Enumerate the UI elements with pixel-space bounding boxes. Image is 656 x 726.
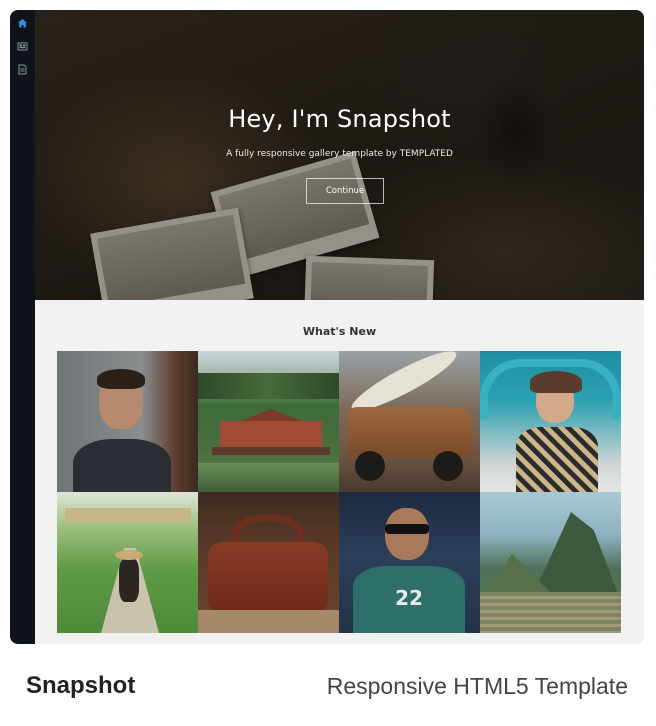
gallery-icon[interactable]: [17, 41, 28, 52]
template-subtitle: Responsive HTML5 Template: [326, 673, 628, 699]
hero-title: Hey, I'm Snapshot: [228, 105, 451, 133]
gallery-thumb-path-walk[interactable]: [57, 492, 198, 633]
gallery-grid: 22: [57, 351, 621, 633]
gallery-thumb-sunglasses[interactable]: 22: [339, 492, 480, 633]
home-icon[interactable]: [17, 18, 28, 29]
gallery-thumb-mountain[interactable]: [480, 492, 621, 633]
gallery-thumb-truck[interactable]: [339, 351, 480, 492]
template-preview-card[interactable]: Hey, I'm Snapshot A fully responsive gal…: [10, 10, 644, 644]
hero-banner: Hey, I'm Snapshot A fully responsive gal…: [35, 10, 644, 300]
jersey-number-graphic: 22: [395, 586, 423, 610]
gallery-thumb-temple[interactable]: [198, 351, 339, 492]
side-nav: [10, 10, 35, 644]
gallery-thumb-car-woman[interactable]: [480, 351, 621, 492]
hero-subtitle: A fully responsive gallery template by T…: [226, 149, 453, 159]
gallery-thumb-bag[interactable]: [198, 492, 339, 633]
gallery-thumb-portrait[interactable]: [57, 351, 198, 492]
whats-new-title: What's New: [302, 325, 377, 338]
template-title[interactable]: Snapshot: [26, 672, 135, 700]
document-icon[interactable]: [17, 64, 28, 75]
continue-button[interactable]: Continue: [306, 178, 384, 204]
